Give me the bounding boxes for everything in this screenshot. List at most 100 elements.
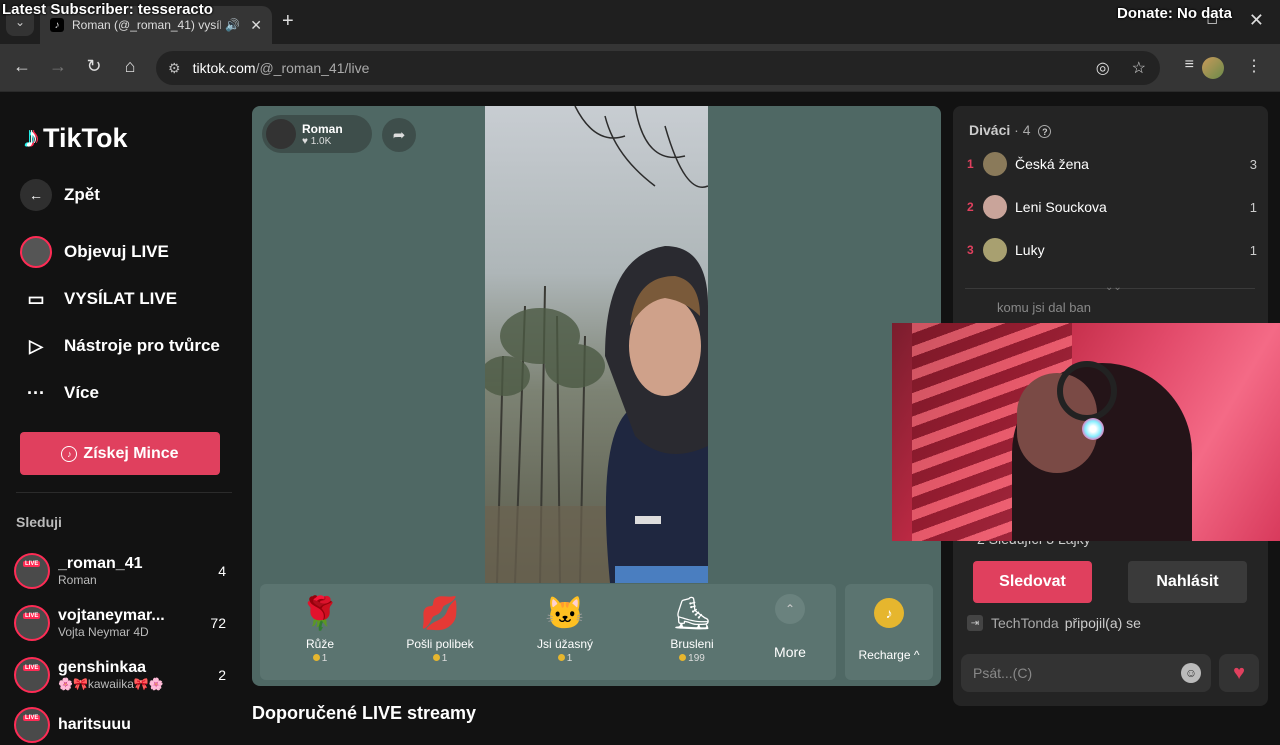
coin-icon bbox=[557, 654, 565, 661]
menu-dots-icon[interactable]: ⋮ bbox=[1246, 56, 1262, 76]
rose-icon: 🌹 bbox=[300, 595, 340, 631]
back-link[interactable]: ← Zpět bbox=[20, 179, 100, 211]
viewer-row[interactable]: 2 Leni Souckova 1 bbox=[967, 195, 1257, 219]
viewers-title: Diváci bbox=[969, 122, 1011, 138]
eye-off-icon[interactable]: ◎ bbox=[1096, 58, 1110, 78]
recommended-title: Doporučené LIVE streamy bbox=[252, 703, 477, 723]
gift-price: 1 bbox=[505, 653, 625, 664]
join-text: připojil(a) se bbox=[1064, 615, 1141, 631]
tiktok-logo[interactable]: ♪ TikTok bbox=[24, 121, 128, 155]
latest-subscriber-overlay: Latest Subscriber: tesseracto bbox=[2, 1, 213, 18]
gift-name: Brusleni bbox=[670, 637, 714, 651]
gift-item[interactable]: 🌹 Růže 1 bbox=[260, 592, 380, 664]
live-badge: LIVE bbox=[23, 665, 41, 671]
host-info-chip[interactable]: Roman ♥ 1.0K bbox=[262, 115, 372, 153]
join-icon: ⇥ bbox=[967, 615, 983, 631]
host-likes: ♥ 1.0K bbox=[302, 135, 332, 147]
chat-input[interactable]: Psát...(C) ☺ bbox=[961, 654, 1211, 692]
following-name: _roman_41 bbox=[58, 555, 143, 572]
share-icon[interactable]: ➦ bbox=[382, 118, 416, 152]
following-name: vojtaneymar... bbox=[58, 607, 165, 624]
viewer-count: 2 bbox=[218, 667, 226, 683]
sidebar-item-go-live[interactable]: ▭ VYSÍLAT LIVE bbox=[20, 283, 177, 315]
viewer-name: Leni Souckova bbox=[1015, 199, 1107, 215]
forward-arrow-icon[interactable]: → bbox=[46, 56, 70, 77]
emoji-icon[interactable]: ☺ bbox=[1181, 663, 1201, 683]
video-scene-image bbox=[485, 106, 708, 583]
gift-item[interactable]: 🐱 Jsi úžasný 1 bbox=[505, 592, 625, 664]
avatar: LIVE bbox=[14, 605, 50, 641]
back-arrow-icon[interactable]: ← bbox=[10, 56, 34, 77]
site-info-icon[interactable]: ⚙ bbox=[168, 60, 181, 77]
logo-text: TikTok bbox=[43, 122, 128, 153]
back-arrow-icon: ← bbox=[20, 179, 52, 211]
gift-name: Pošli polibek bbox=[406, 637, 474, 651]
gift-name: Růže bbox=[305, 637, 334, 651]
sidebar-item-more[interactable]: ··· Více bbox=[20, 377, 99, 409]
sidebar-divider bbox=[16, 492, 232, 493]
chat-message: komu jsi dal ban bbox=[997, 300, 1091, 315]
back-label: Zpět bbox=[64, 185, 100, 204]
address-bar[interactable]: ⚙ tiktok.com/@_roman_41/live ◎ ☆ bbox=[156, 51, 1160, 85]
profile-avatar[interactable] bbox=[1202, 57, 1224, 79]
skates-icon: ⛸ bbox=[671, 595, 713, 631]
gift-item[interactable]: 💋 Pošli polibek 1 bbox=[380, 592, 500, 664]
viewer-score: 1 bbox=[1249, 242, 1257, 258]
gift-price: 1 bbox=[260, 653, 380, 664]
gift-price: 199 bbox=[632, 653, 752, 664]
following-item[interactable]: LIVE _roman_41 Roman 4 bbox=[14, 551, 226, 591]
tiktok-coin-icon: ♪ bbox=[874, 598, 904, 628]
report-button[interactable]: Nahlásit bbox=[1128, 561, 1247, 603]
avatar bbox=[983, 195, 1007, 219]
live-badge: LIVE bbox=[23, 613, 41, 619]
live-video[interactable] bbox=[485, 106, 708, 583]
sidebar-item-explore-live[interactable]: Objevuj LIVE bbox=[20, 236, 169, 268]
tab-close-icon[interactable]: ✕ bbox=[250, 17, 262, 34]
viewer-row[interactable]: 1 Česká žena 3 bbox=[967, 152, 1257, 176]
donate-overlay: Donate: No data bbox=[1116, 5, 1232, 22]
headset-led bbox=[1082, 418, 1104, 440]
gift-item[interactable]: ⛸ Brusleni 199 bbox=[632, 592, 752, 664]
bookmark-star-icon[interactable]: ☆ bbox=[1132, 58, 1146, 78]
following-item[interactable]: LIVE haritsuuu bbox=[14, 705, 226, 745]
chat-placeholder: Psát...(C) bbox=[973, 665, 1033, 681]
viewer-name: Česká žena bbox=[1015, 156, 1089, 172]
viewer-row[interactable]: 3 Luky 1 bbox=[967, 238, 1257, 262]
sidebar-item-label: VYSÍLAT LIVE bbox=[64, 289, 178, 308]
following-item[interactable]: LIVE genshinkaa 🌸🎀kawaiika🎀🌸 2 bbox=[14, 655, 226, 695]
media-control-icon[interactable]: ≡ bbox=[1185, 56, 1194, 74]
following-sub: 🌸🎀kawaiika🎀🌸 bbox=[58, 677, 164, 691]
new-tab-icon[interactable]: + bbox=[282, 10, 294, 33]
headset bbox=[1057, 361, 1117, 421]
sidebar-item-creator-tools[interactable]: ▷ Nástroje pro tvůrce bbox=[20, 330, 220, 362]
get-coins-button[interactable]: ♪ Získej Mince bbox=[20, 432, 220, 475]
reload-icon[interactable]: ↻ bbox=[82, 56, 106, 77]
live-video-panel[interactable]: Roman ♥ 1.0K ➦ 🌹 Růže 1 💋 Pošli polibek … bbox=[252, 106, 941, 686]
window-close-icon[interactable]: ✕ bbox=[1249, 10, 1264, 31]
sidebar-item-label: Nástroje pro tvůrce bbox=[64, 336, 220, 355]
recharge-button[interactable]: ♪ Recharge ^ bbox=[845, 584, 933, 680]
live-badge: LIVE bbox=[23, 561, 41, 567]
avatar: LIVE bbox=[14, 657, 50, 693]
gift-bar: 🌹 Růže 1 💋 Pošli polibek 1 🐱 Jsi úžasný … bbox=[260, 584, 836, 680]
avatar: LIVE bbox=[14, 553, 50, 589]
help-icon[interactable]: ? bbox=[1038, 125, 1052, 138]
expand-chevron-icon[interactable]: ⌄⌄ bbox=[1105, 282, 1122, 293]
follow-button[interactable]: Sledovat bbox=[973, 561, 1092, 603]
more-gifts-button[interactable]: ⌃ More bbox=[770, 594, 810, 660]
viewers-count: · 4 bbox=[1014, 122, 1031, 138]
heart-icon[interactable]: ♥ bbox=[1219, 654, 1259, 692]
viewer-score: 3 bbox=[1249, 156, 1257, 172]
get-coins-label: Získej Mince bbox=[83, 444, 179, 462]
recharge-label: Recharge ^ bbox=[858, 648, 920, 662]
following-item[interactable]: LIVE vojtaneymar... Vojta Neymar 4D 72 bbox=[14, 603, 226, 643]
more-dots-icon: ··· bbox=[27, 382, 45, 403]
more-label: More bbox=[774, 644, 806, 660]
camera-icon: ▭ bbox=[27, 288, 45, 309]
sidebar-item-label: Objevuj LIVE bbox=[64, 242, 169, 261]
home-icon[interactable]: ⌂ bbox=[118, 56, 142, 77]
live-badge: LIVE bbox=[23, 715, 41, 721]
speaker-icon[interactable]: 🔊 bbox=[225, 18, 240, 32]
viewers-header: Diváci · 4 ? bbox=[969, 122, 1052, 138]
join-username[interactable]: TechTonda bbox=[991, 615, 1059, 631]
